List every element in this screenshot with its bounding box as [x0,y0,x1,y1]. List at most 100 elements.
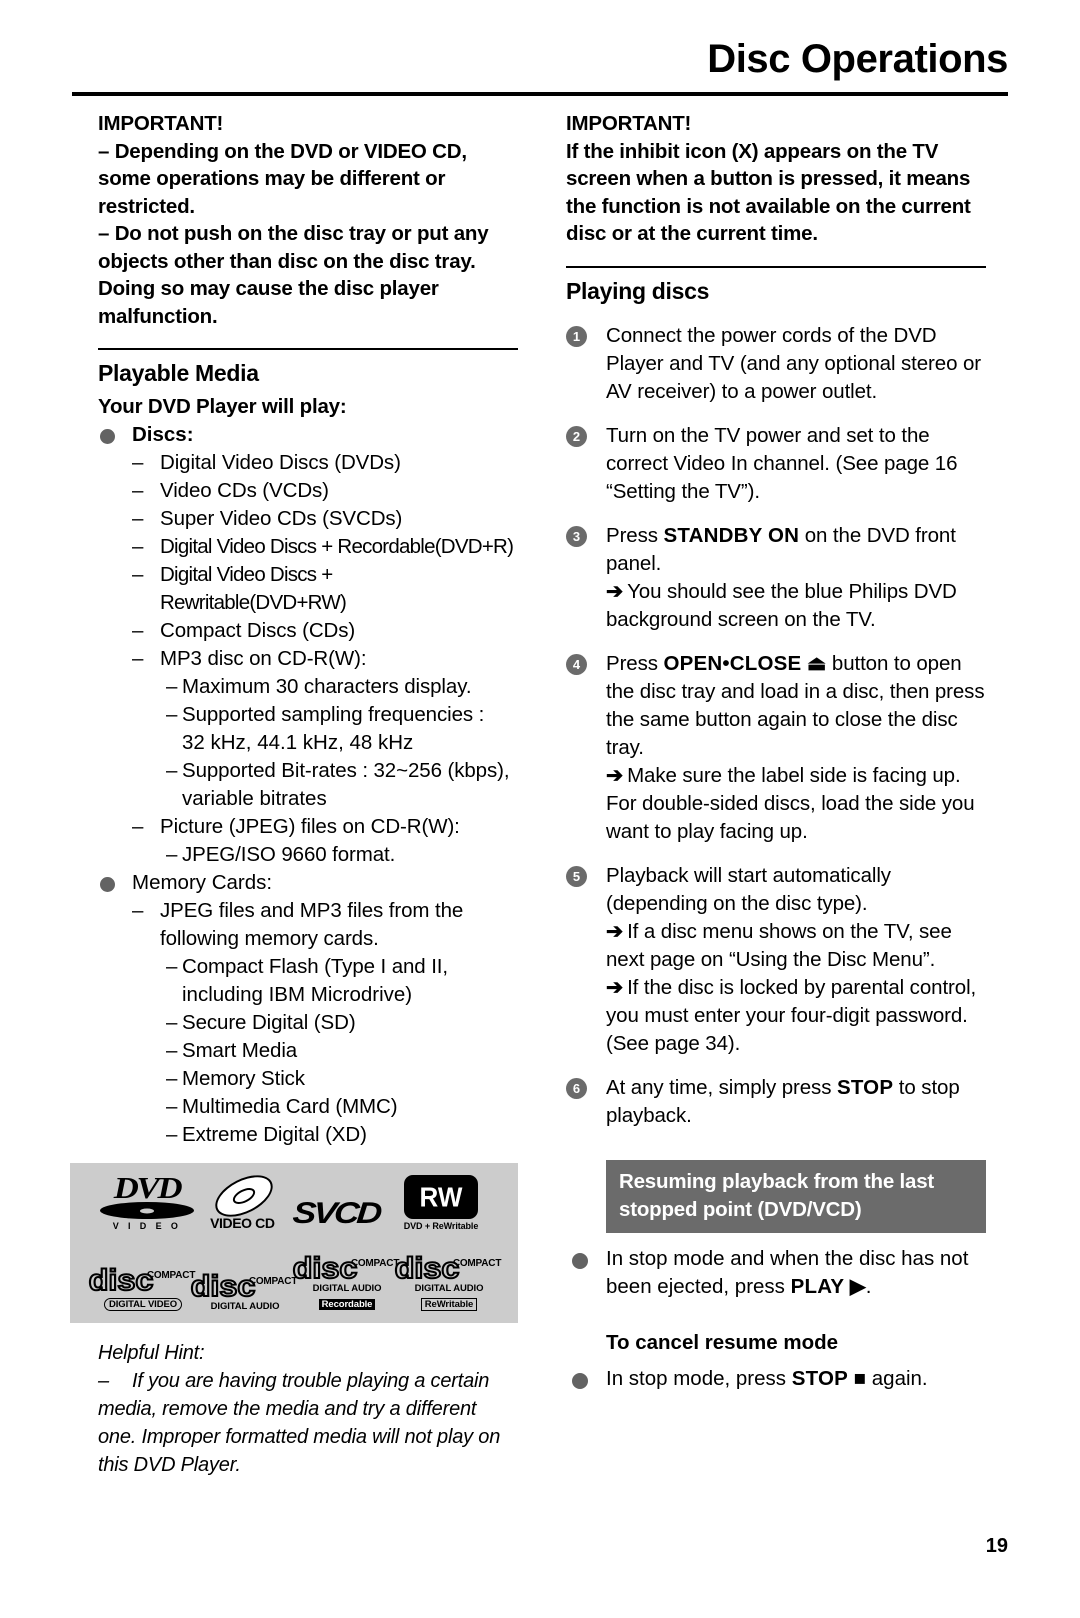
step-note: ➔ If a disc menu shows on the TV, see nex… [606,918,986,974]
dvd-rewritable-logo: RW DVD + ReWritable [392,1175,490,1231]
memory-card-intro-label: JPEG files and MP3 files from the follow… [160,899,464,950]
mp3-subitem: – Maximum 30 characters display. [98,673,518,701]
resume-keyword: PLAY [790,1274,845,1298]
memory-card-item: – Memory Stick [98,1065,518,1093]
stop-icon: ■ [853,1366,867,1390]
discs-group-label: Discs: [98,421,518,449]
document-page: Disc Operations IMPORTANT! – Depending o… [0,0,1080,1618]
cd-logo-word: disc [393,1252,460,1285]
dash-icon: – [166,1095,178,1118]
cd-logo-word: disc [87,1264,154,1297]
left-important-item-1: – Depending on the DVD or VIDEO CD, some… [98,139,467,218]
resume-bullet: In stop mode and when the disc has not b… [566,1245,986,1301]
jpeg-item-label: Picture (JPEG) files on CD-R(W): [160,815,460,838]
bullet-icon [100,429,115,444]
eject-icon: ⏏ [807,651,827,675]
dash-icon: – [132,451,144,474]
memory-card-item-label: Compact Flash (Type I and II, [182,955,448,978]
discs-label: Discs: [132,423,194,446]
step-text: Connect the power cords of the DVD Playe… [606,323,982,403]
step-note-text: If the disc is locked by parental contro… [606,975,977,1055]
svcd-logo: SVCD [291,1197,381,1231]
disc-item-label: Video CDs (VCDs) [160,479,329,502]
helpful-hint-title: Helpful Hint: [98,1342,205,1364]
playable-media-heading: Playable Media [98,360,259,386]
dash-icon: – [166,843,178,866]
cancel-resume-heading: To cancel resume mode [606,1330,839,1354]
cd-logo-top: disc COMPACT [87,1265,195,1297]
mp3-subitem-label: Supported Bit-rates : 32~256 (kbps), [182,759,510,782]
cd-logo-compact-text: COMPACT [146,1270,196,1281]
memory-card-item: – Smart Media [98,1037,518,1065]
rw-badge-icon: RW [403,1175,478,1219]
step-number-badge: 6 [566,1077,587,1099]
memory-card-item-label: Secure Digital (SD) [182,1011,356,1034]
dash-icon: – [166,1039,178,1062]
resume-playback-banner: Resuming playback from the last stopped … [606,1159,986,1233]
left-important-item-2: – Do not push on the disc tray or put an… [98,222,489,328]
dash-icon: – [166,955,178,978]
step-note-text: If a disc menu shows on the TV, see next… [606,919,952,971]
cancel-bullet-pre: In stop mode, press [606,1366,792,1390]
jpeg-item: – Picture (JPEG) files on CD-R(W): [98,813,518,841]
disc-item: – Super Video CDs (SVCDs) [98,505,518,533]
cd-logo-compact-text: COMPACT [350,1258,400,1269]
dash-icon: – [132,619,144,642]
dvd-logo-word: DVD [113,1170,183,1205]
step-note: ➔ If the disc is locked by parental contr… [606,974,986,1058]
dvd-logo-sub: V I D E O [112,1221,182,1231]
step-note: ➔ You should see the blue Philips DVD bac… [606,578,986,634]
disc-item: – Digital Video Discs (DVDs) [98,449,518,477]
resume-bullet-pre: In stop mode and when the disc has not b… [606,1246,969,1298]
page-header: Disc Operations [72,38,1008,80]
page-number: 19 [985,1535,1008,1557]
header-divider [72,92,1008,96]
step-item: 5 Playback will start automatically (dep… [566,862,986,1058]
helpful-hint-text: If you are having trouble playing a cert… [98,1370,501,1476]
disc-item: – MP3 disc on CD-R(W): [98,645,518,673]
memory-card-item-label: Extreme Digital (XD) [182,1123,367,1146]
logo-row-bottom: disc COMPACT DIGITAL VIDEO disc COMPACT … [87,1252,501,1313]
right-important-title: IMPORTANT! [566,112,692,135]
arrow-right-icon: ➔ [606,975,624,999]
step-number-badge: 5 [566,865,587,887]
step-keyword: STANDBY ON [663,523,800,547]
dash-icon: – [132,563,143,586]
mp3-subitem: – Supported sampling frequencies : [98,701,518,729]
bullet-icon [572,1372,588,1389]
step-keyword: STOP [836,1075,894,1099]
page-title: Disc Operations [707,37,1008,81]
dash-icon: – [166,1067,178,1090]
compact-disc-digital-audio-logo: disc COMPACT DIGITAL AUDIO [189,1271,297,1313]
playing-discs-divider [566,265,986,268]
disc-item-label: Digital Video Discs + Rewritable(DVD+RW) [160,563,347,614]
disc-item-label: Digital Video Discs (DVDs) [160,451,401,474]
playable-media-divider [98,348,518,350]
memory-cards-group-label: Memory Cards: [98,869,518,897]
left-column: IMPORTANT! – Depending on the DVD or VID… [70,110,518,1479]
helpful-hint-block: Helpful Hint: – If you are having trouble… [98,1339,518,1479]
playing-discs-heading: Playing discs [566,277,710,304]
arrow-right-icon: ➔ [606,919,624,943]
dvd-video-logo: DVD V I D E O [100,1172,194,1231]
disc-item: – Digital Video Discs + Recordable(DVD+R) [98,533,518,561]
memory-card-item: – Extreme Digital (XD) [98,1121,518,1149]
dash-icon: – [166,675,178,698]
mp3-subitem-continued: variable bitrates [182,787,327,810]
cd-logo-sub2: ReWritable [420,1298,478,1311]
disc-item: – Digital Video Discs + Rewritable(DVD+RW… [98,561,518,617]
resume-bullet-post: . [865,1274,872,1298]
jpeg-subitem-label: JPEG/ISO 9660 format. [182,843,396,866]
disc-item: – Video CDs (VCDs) [98,477,518,505]
rw-logo-word: RW [419,1180,463,1213]
dash-icon: – [132,507,144,530]
jpeg-subitem: – JPEG/ISO 9660 format. [98,841,518,869]
disc-item: – Compact Discs (CDs) [98,617,518,645]
step-note-text: Make sure the label side is facing up. F… [606,763,975,843]
memory-card-item-label: Multimedia Card (MMC) [182,1095,398,1118]
cd-logo-compact-text: COMPACT [248,1276,298,1287]
step-text-pre: Press [606,523,664,547]
step-number-badge: 1 [566,325,587,347]
cd-logo-top: disc COMPACT [291,1253,399,1285]
cancel-bullet-post: again. [866,1366,928,1390]
